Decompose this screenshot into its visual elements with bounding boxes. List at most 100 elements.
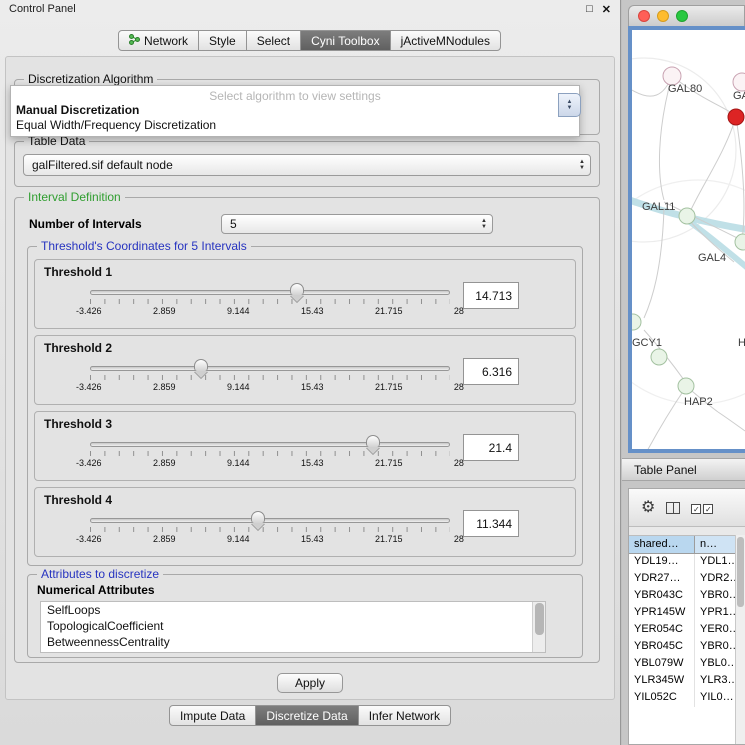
table-row[interactable]: YLR345WYLR3… <box>629 673 735 690</box>
tab-label: Network <box>144 34 188 48</box>
tab-jactivemnodules[interactable]: jActiveMNodules <box>390 30 501 51</box>
node-label-partial: GA <box>733 90 745 102</box>
list-scrollbar[interactable] <box>532 602 545 652</box>
select-all-icon[interactable]: ✓ <box>691 504 701 514</box>
network-canvas[interactable]: GAL80 GAL11 GAL4 GCY1 HAP2 GA H <box>632 30 745 449</box>
network-view-window: GAL80 GAL11 GAL4 GCY1 HAP2 GA H <box>628 5 745 453</box>
table-scrollbar[interactable] <box>735 535 745 744</box>
group-title: Attributes to discretize <box>37 567 163 581</box>
threshold-3-box: Threshold 3 -3.4262.8599.14415.4321.7152… <box>34 411 576 481</box>
list-item[interactable]: BetweennessCentrality <box>41 634 545 650</box>
zoom-traffic-light[interactable] <box>676 10 688 22</box>
node-green[interactable] <box>735 234 745 250</box>
slider-thumb[interactable] <box>251 511 265 523</box>
threshold-2-value-field[interactable]: 6.316 <box>463 358 519 385</box>
tab-discretize-data[interactable]: Discretize Data <box>255 705 358 726</box>
table-row[interactable]: YIL052CYIL0… <box>629 690 735 707</box>
slider-thumb[interactable] <box>366 435 380 447</box>
table-row[interactable]: YDR27…YDR2… <box>629 571 735 588</box>
tab-label: Cyni Toolbox <box>311 34 379 48</box>
attributes-to-discretize-group: Attributes to discretize Numerical Attri… <box>27 574 583 658</box>
panel-title: Control Panel <box>9 3 577 15</box>
table-panel: ⚙ ✓✓ shared… n… YDL19…YDL1… YDR27…YDR2… … <box>628 488 745 745</box>
combo-value: 5 <box>230 217 476 231</box>
gear-icon[interactable]: ⚙ <box>641 500 655 516</box>
threshold-4-slider[interactable]: -3.4262.8599.14415.4321.71528 <box>90 510 450 552</box>
tab-label: jActiveMNodules <box>401 34 490 48</box>
node-gcy1[interactable] <box>632 314 641 330</box>
group-title: Interval Definition <box>24 190 125 204</box>
column-header-name[interactable]: n… <box>695 536 735 553</box>
threshold-2-box: Threshold 2 -3.4262.8599.14415.4321.7152… <box>34 335 576 405</box>
tab-style[interactable]: Style <box>198 30 247 51</box>
node-label: GCY1 <box>632 337 662 349</box>
table-row[interactable]: YPR145WYPR1… <box>629 605 735 622</box>
minimize-traffic-light[interactable] <box>657 10 669 22</box>
tab-select[interactable]: Select <box>246 30 301 51</box>
stepper-icon: ▲▼ <box>476 215 492 233</box>
threshold-1-slider[interactable]: -3.4262.8599.14415.4321.71528 <box>90 282 450 324</box>
columns-icon[interactable] <box>666 502 680 514</box>
tab-cyni-toolbox[interactable]: Cyni Toolbox <box>300 30 390 51</box>
scrollbar-thumb[interactable] <box>535 603 544 635</box>
list-item[interactable]: TopologicalCoefficient <box>41 618 545 634</box>
slider-track[interactable] <box>90 442 450 447</box>
table-data-group: Table Data galFiltered.sif default node … <box>14 141 600 187</box>
network-window-frame: GAL80 GAL11 GAL4 GCY1 HAP2 GA H <box>628 26 745 453</box>
threshold-3-slider[interactable]: -3.4262.8599.14415.4321.71528 <box>90 434 450 476</box>
table-row[interactable]: YER054CYER0… <box>629 622 735 639</box>
dropdown-option-manual[interactable]: Manual Discretization <box>11 103 579 118</box>
node-cut-right[interactable] <box>733 73 745 91</box>
table-row[interactable]: YBR045CYBR0… <box>629 639 735 656</box>
thresholds-group: Threshold's Coordinates for 5 Intervals … <box>27 246 583 566</box>
slider-track[interactable] <box>90 518 450 523</box>
threshold-4-value-field[interactable]: 11.344 <box>463 510 519 537</box>
threshold-3-value-field[interactable]: 21.4 <box>463 434 519 461</box>
slider-thumb[interactable] <box>194 359 208 371</box>
dropdown-hint: Select algorithm to view settings <box>11 86 579 103</box>
tab-label: Impute Data <box>180 709 245 723</box>
float-window-icon[interactable]: □ <box>586 3 593 15</box>
numerical-attributes-list: SelfLoops TopologicalCoefficient Between… <box>40 601 546 653</box>
slider-track[interactable] <box>90 290 450 295</box>
select-none-icon[interactable]: ✓ <box>703 504 713 514</box>
table-header-row: shared… n… <box>629 536 735 554</box>
table-toolbar: ⚙ ✓✓ <box>629 489 745 527</box>
close-icon[interactable]: ✕ <box>602 3 611 16</box>
stepper-down-icon: ▼ <box>567 105 573 111</box>
tab-infer-network[interactable]: Infer Network <box>358 705 451 726</box>
tab-impute-data[interactable]: Impute Data <box>169 705 256 726</box>
threshold-1-value-field[interactable]: 14.713 <box>463 282 519 309</box>
node-green[interactable] <box>679 208 695 224</box>
top-tab-bar: Network Style Select Cyni Toolbox jActiv… <box>0 30 620 51</box>
tab-network[interactable]: Network <box>118 30 199 51</box>
network-graph: GAL80 GAL11 GAL4 GCY1 HAP2 GA H <box>632 30 745 449</box>
node-green[interactable] <box>651 349 667 365</box>
number-of-intervals-row: Number of Intervals 5 ▲▼ <box>29 214 585 234</box>
table-row[interactable]: YDL19…YDL1… <box>629 554 735 571</box>
node-selected-red[interactable] <box>728 109 744 125</box>
number-of-intervals-combobox[interactable]: 5 ▲▼ <box>221 214 493 234</box>
node-hap2[interactable] <box>678 378 694 394</box>
table-panel-header: Table Panel <box>622 458 745 481</box>
table-row[interactable]: YBR043CYBR0… <box>629 588 735 605</box>
list-item[interactable]: SelfLoops <box>41 602 545 618</box>
scrollbar-thumb[interactable] <box>737 537 744 607</box>
interval-definition-group: Interval Definition Number of Intervals … <box>14 197 600 663</box>
bottom-tab-bar: Impute Data Discretize Data Infer Networ… <box>0 705 621 726</box>
column-header-shared-name[interactable]: shared… <box>629 536 695 553</box>
close-traffic-light[interactable] <box>638 10 650 22</box>
algorithm-combo-stepper[interactable]: ▲ ▼ <box>558 93 581 117</box>
apply-button[interactable]: Apply <box>277 673 343 693</box>
tab-label: Infer Network <box>369 709 440 723</box>
slider-ticks <box>90 299 450 304</box>
table-data-combobox[interactable]: galFiltered.sif default node ▲▼ <box>23 154 591 176</box>
slider-ticks <box>90 375 450 380</box>
dropdown-option-equal-width[interactable]: Equal Width/Frequency Discretization <box>11 118 579 133</box>
select-checkboxes: ✓✓ <box>691 499 713 517</box>
slider-track[interactable] <box>90 366 450 371</box>
threshold-1-box: Threshold 1 -3.4262.8599.14415.4321.7152… <box>34 259 576 329</box>
slider-thumb[interactable] <box>290 283 304 295</box>
table-row[interactable]: YBL079WYBL0… <box>629 656 735 673</box>
threshold-2-slider[interactable]: -3.4262.8599.14415.4321.71528 <box>90 358 450 400</box>
